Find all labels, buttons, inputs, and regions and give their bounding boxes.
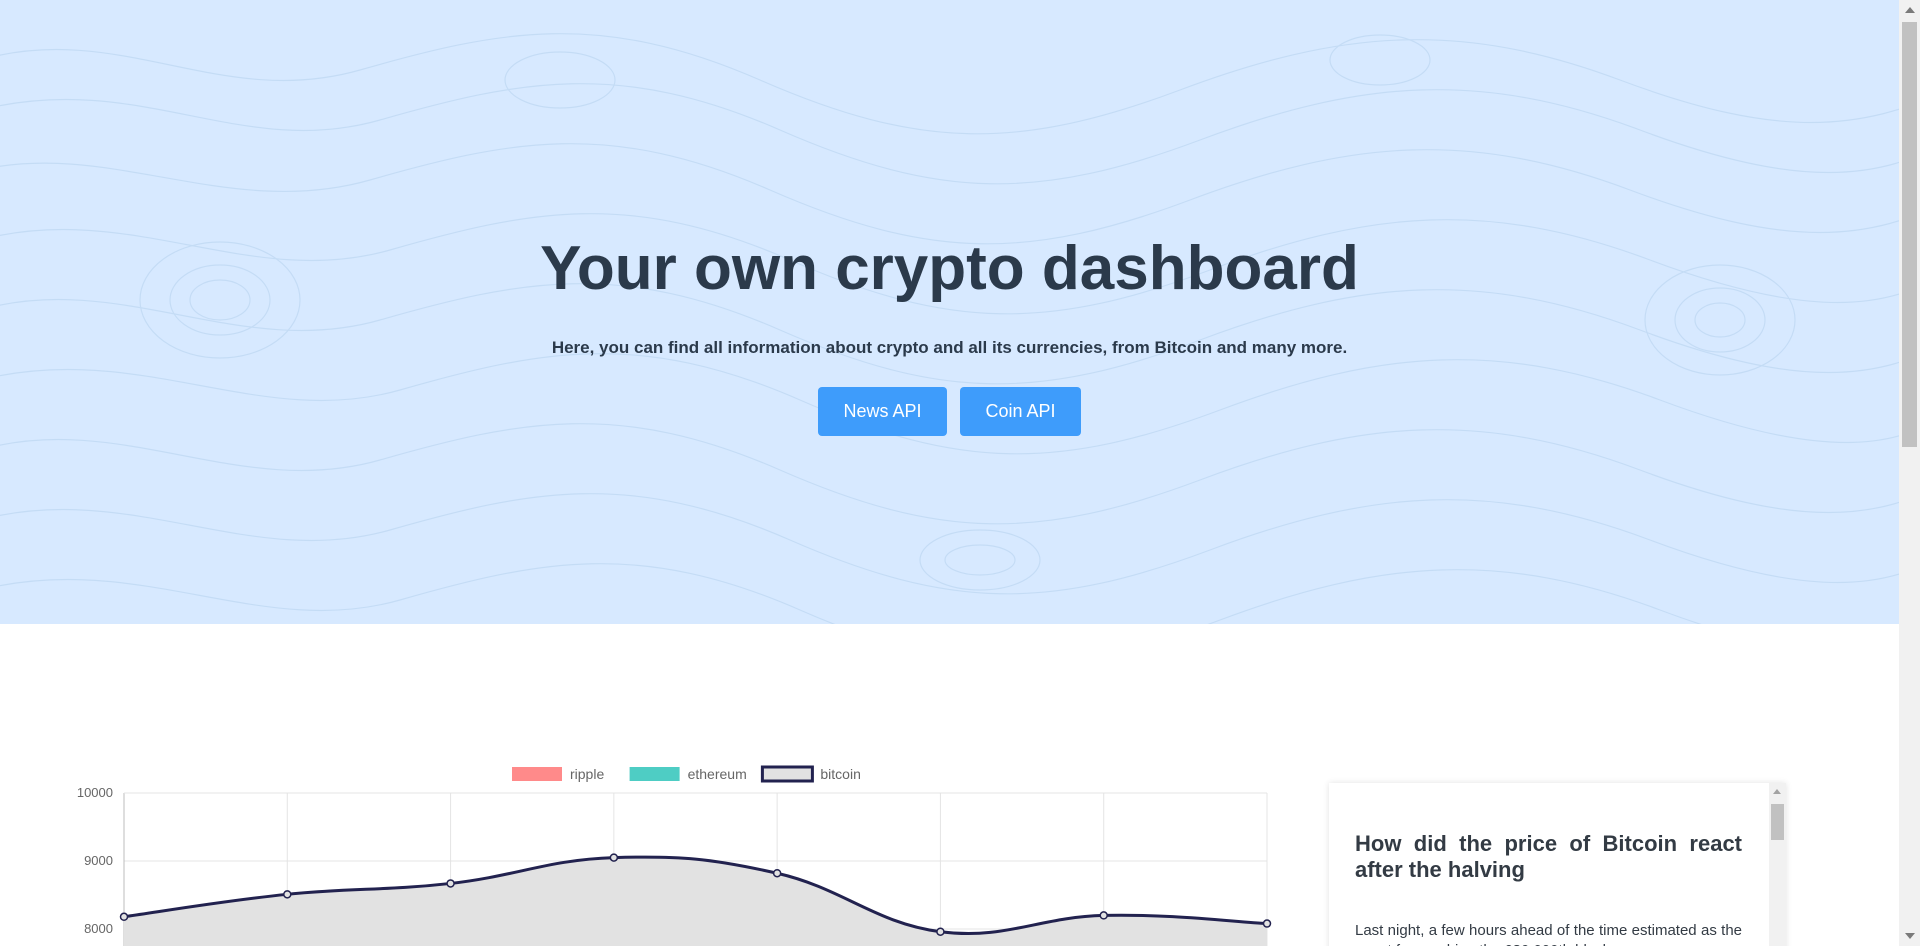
coin-api-button[interactable]: Coin API — [960, 387, 1081, 436]
page-scroll-thumb[interactable] — [1902, 22, 1917, 447]
legend-swatch-ethereum — [629, 767, 680, 781]
bitcoin-point — [283, 890, 292, 899]
legend-swatch-ripple — [512, 767, 562, 781]
price-chart-svg: 10000 9000 8000 ripple ethereum bitcoin — [77, 765, 1272, 946]
price-chart: 10000 9000 8000 ripple ethereum bitcoin — [0, 624, 1300, 946]
y-tick-label: 10000 — [77, 785, 113, 800]
page: Your own crypto dashboard Here, you can … — [0, 0, 1899, 946]
news-title: How did the price of Bitcoin react after… — [1355, 831, 1742, 882]
y-tick-label: 9000 — [84, 853, 113, 868]
bitcoin-point — [936, 927, 945, 936]
scroll-up-arrow-icon[interactable] — [1773, 789, 1781, 794]
bitcoin-point — [772, 868, 782, 878]
bitcoin-point — [609, 853, 619, 862]
page-scrollbar[interactable] — [1899, 0, 1920, 946]
legend-label-bitcoin: bitcoin — [820, 766, 860, 782]
topographic-background — [0, 33, 1899, 624]
bitcoin-point — [446, 879, 455, 888]
bitcoin-point — [1099, 911, 1108, 920]
news-card-scroll-thumb[interactable] — [1771, 804, 1784, 840]
bitcoin-point — [119, 912, 129, 922]
hero-title: Your own crypto dashboard — [540, 234, 1359, 303]
news-card[interactable]: How did the price of Bitcoin react after… — [1329, 783, 1786, 946]
bitcoin-area — [124, 857, 1267, 946]
scroll-down-arrow-icon[interactable] — [1905, 933, 1915, 939]
hero-section: Your own crypto dashboard Here, you can … — [0, 0, 1899, 624]
hero-subtitle: Here, you can find all information about… — [551, 338, 1348, 357]
scroll-up-arrow-icon[interactable] — [1905, 7, 1915, 13]
legend-label-ripple: ripple — [570, 766, 604, 782]
y-tick-label: 8000 — [84, 921, 113, 936]
news-card-scrollbar[interactable] — [1769, 783, 1786, 946]
hero-buttons: News API Coin API — [0, 387, 1899, 436]
legend-label-ethereum: ethereum — [688, 766, 747, 782]
bitcoin-point — [1262, 919, 1272, 928]
news-text: Last night, a few hours ahead of the tim… — [1355, 922, 1742, 946]
legend-swatch-bitcoin — [760, 765, 814, 783]
news-api-button[interactable]: News API — [818, 387, 947, 436]
